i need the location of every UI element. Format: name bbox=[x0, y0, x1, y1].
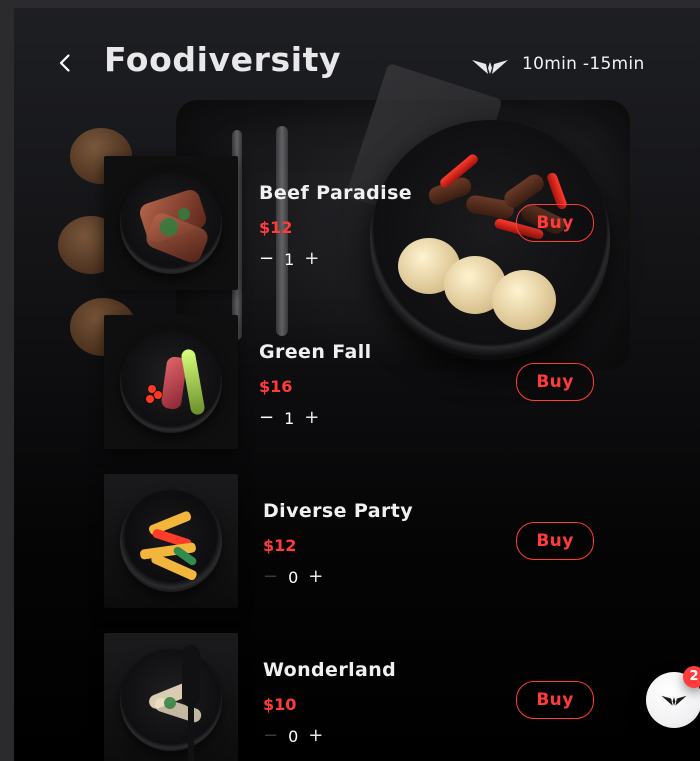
window-top-edge bbox=[0, 0, 700, 8]
item-price: $10 bbox=[263, 695, 297, 714]
minus-icon[interactable]: − bbox=[259, 250, 274, 268]
quantity-value: 0 bbox=[288, 567, 299, 587]
back-button[interactable] bbox=[54, 52, 76, 74]
spoon-decoration bbox=[182, 645, 200, 707]
menu-item: Green Fall $16 − 1 + Buy bbox=[104, 315, 664, 455]
plus-icon[interactable]: + bbox=[304, 409, 319, 427]
page-title: Foodiversity bbox=[104, 40, 342, 79]
food-plate bbox=[120, 490, 222, 592]
menu-item: Wonderland $10 − 0 + Buy bbox=[104, 633, 664, 761]
plus-icon[interactable]: + bbox=[304, 250, 319, 268]
plus-icon[interactable]: + bbox=[308, 727, 323, 745]
minus-icon[interactable]: − bbox=[263, 727, 278, 745]
app-screen: Foodiversity 10min -15min Beef Paradise … bbox=[14, 8, 700, 761]
food-plate bbox=[120, 331, 222, 433]
cart-button[interactable]: 2 bbox=[646, 666, 700, 728]
food-herbs bbox=[178, 208, 190, 220]
item-name: Beef Paradise bbox=[259, 182, 413, 204]
menu-item: Diverse Party $12 − 0 + Buy bbox=[104, 474, 664, 614]
food-thumbnail bbox=[104, 633, 238, 761]
food-thumbnail bbox=[104, 315, 238, 449]
quantity-value: 1 bbox=[284, 249, 295, 269]
plus-icon[interactable]: + bbox=[308, 568, 323, 586]
quantity-stepper[interactable]: − 1 + bbox=[259, 407, 319, 429]
buy-button[interactable]: Buy bbox=[516, 363, 594, 401]
food-plate bbox=[120, 649, 222, 751]
item-price: $12 bbox=[259, 218, 293, 237]
quantity-stepper[interactable]: − 0 + bbox=[263, 566, 323, 588]
minus-icon[interactable]: − bbox=[259, 409, 274, 427]
item-name: Diverse Party bbox=[263, 500, 414, 522]
quantity-value: 0 bbox=[288, 726, 299, 746]
spoon-decoration bbox=[188, 703, 194, 761]
cart-badge: 2 bbox=[683, 666, 700, 688]
item-price: $16 bbox=[259, 377, 293, 396]
food-tomato bbox=[146, 395, 154, 403]
foodiversity-logo-icon bbox=[470, 54, 510, 78]
item-price: $12 bbox=[263, 536, 297, 555]
window-left-edge bbox=[0, 0, 14, 761]
delivery-eta: 10min -15min bbox=[522, 54, 645, 74]
chevron-left-icon bbox=[59, 54, 70, 72]
buy-button[interactable]: Buy bbox=[516, 681, 594, 719]
food-thumbnail bbox=[104, 474, 238, 608]
menu-item: Beef Paradise $12 − 1 + Buy bbox=[104, 156, 664, 296]
quantity-stepper[interactable]: − 0 + bbox=[263, 725, 323, 747]
item-name: Wonderland bbox=[263, 659, 397, 681]
item-name: Green Fall bbox=[259, 341, 372, 363]
minus-icon[interactable]: − bbox=[263, 568, 278, 586]
buy-button[interactable]: Buy bbox=[516, 522, 594, 560]
quantity-stepper[interactable]: − 1 + bbox=[259, 248, 319, 270]
food-tomato bbox=[154, 391, 162, 399]
food-plate bbox=[120, 172, 222, 274]
foodiversity-logo-icon bbox=[661, 695, 687, 706]
quantity-value: 1 bbox=[284, 408, 295, 428]
food-herbs bbox=[160, 218, 178, 236]
food-thumbnail bbox=[104, 156, 238, 290]
food-herbs bbox=[164, 697, 176, 709]
buy-button[interactable]: Buy bbox=[516, 204, 594, 242]
